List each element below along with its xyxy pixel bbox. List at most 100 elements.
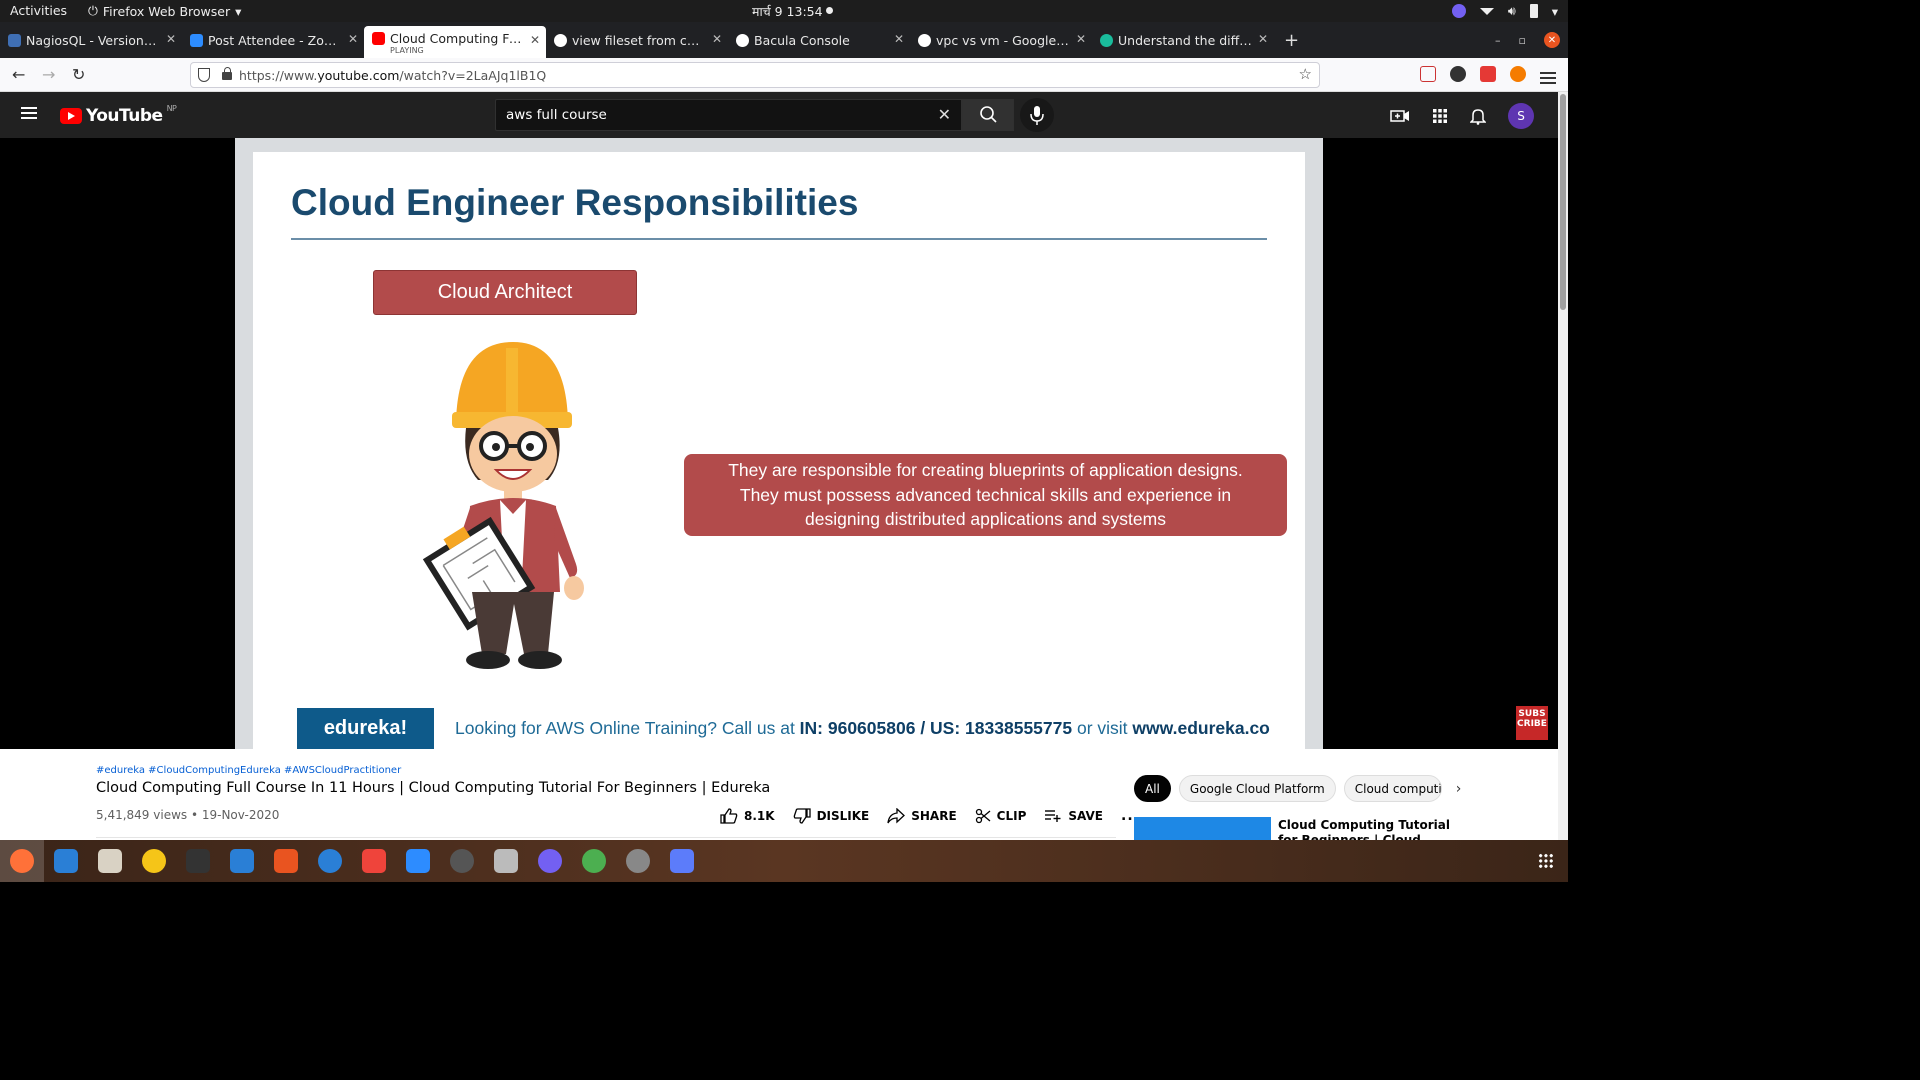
tab-fileset[interactable]: view fileset from console ✕ [546,25,728,55]
extension-color-icon[interactable] [1510,66,1526,82]
tab-zoom[interactable]: Post Attendee - Zoom ✕ [182,25,364,55]
url-bar[interactable]: https://www.youtube.com/watch?v=2LaAJq1l… [190,62,1320,88]
forward-arrow-icon[interactable]: → [42,65,55,84]
wifi-icon[interactable] [1479,7,1494,15]
chevron-down-icon[interactable]: ▾ [1552,4,1558,19]
new-tab-button[interactable]: + [1284,30,1299,51]
apps-grid-icon[interactable] [1432,108,1448,124]
recommendation-title[interactable]: Cloud Computing Tutorial for Beginners |… [1278,818,1458,840]
create-video-icon[interactable] [1390,108,1410,124]
video-views-date: 5,41,849 views • 19-Nov-2020 [96,808,280,822]
clip-button[interactable]: CLIP [975,808,1026,824]
shield-icon[interactable] [198,68,210,82]
restore-icon[interactable]: ▫ [1519,34,1526,47]
dock-item-rhythmbox[interactable] [132,840,176,882]
close-window-icon[interactable]: ✕ [1544,32,1560,48]
dock-item-firefox[interactable] [0,840,44,882]
dock-item-screenshot-tool[interactable] [484,840,528,882]
extension-s-icon[interactable] [1450,66,1466,82]
dock-item-files[interactable] [88,840,132,882]
system-tray[interactable]: 🔊︎ ▾ [1451,3,1558,19]
save-button[interactable]: SAVE [1044,809,1103,823]
tab-vpc-search[interactable]: vpc vs vm - Google Search ✕ [910,25,1092,55]
dislike-button[interactable]: DISLIKE [793,808,869,824]
volume-icon[interactable]: 🔊︎ [1508,3,1516,19]
tab-bacula[interactable]: Bacula Console ✕ [728,25,910,55]
youtube-logo[interactable]: YouTube NP [60,104,177,126]
dock-item-libreoffice-writer[interactable] [220,840,264,882]
lock-icon[interactable] [222,67,232,80]
adblock-icon[interactable] [1480,66,1496,82]
dock-item-screen-app[interactable] [660,840,704,882]
tab-understand[interactable]: Understand the differenc ✕ [1092,25,1274,55]
notification-dot [826,7,833,14]
description-line: They are responsible for creating bluepr… [728,460,1243,480]
close-tab-icon[interactable]: ✕ [712,32,722,46]
battery-icon[interactable] [1529,4,1538,18]
video-player[interactable]: Cloud Engineer Responsibilities Cloud Ar… [0,138,1558,749]
dock-item-terminal[interactable] [176,840,220,882]
notifications-bell-icon[interactable] [1470,107,1486,125]
close-tab-icon[interactable]: ✕ [530,33,540,47]
minimize-icon[interactable]: – [1495,34,1501,47]
footer-phone: IN: 960605806 / US: 18338555775 [799,718,1073,738]
dock-item-anydesk[interactable] [352,840,396,882]
dock-item-chrome[interactable] [572,840,616,882]
recommendation-thumbnail[interactable] [1134,817,1271,840]
google-favicon-icon [554,33,567,47]
share-button[interactable]: SHARE [887,808,957,824]
tab-title: vpc vs vm - Google Search [936,32,1070,48]
page-scrollbar[interactable] [1558,92,1568,840]
url-text[interactable]: https://www.youtube.com/watch?v=2LaAJq1l… [239,68,546,83]
app-menu[interactable]: ⏻ Firefox Web Browser ▾ [88,3,241,19]
like-button[interactable]: 8.1K [720,808,775,824]
like-count: 8.1K [744,809,775,823]
close-tab-icon[interactable]: ✕ [348,32,358,46]
hamburger-menu-icon[interactable] [21,107,37,109]
dock-item-thunderbird[interactable] [44,840,88,882]
menu-icon[interactable] [1540,76,1556,79]
libreoffice-writer-icon [230,849,254,873]
reload-icon[interactable]: ↻ [72,65,85,84]
show-applications-icon[interactable] [1538,853,1554,869]
pocket-icon[interactable] [1420,66,1436,82]
chip-all[interactable]: All [1134,775,1171,802]
dock-item-software-center[interactable] [264,840,308,882]
clear-search-icon[interactable]: ✕ [938,105,951,124]
thumbs-down-icon [793,808,811,824]
bookmark-star-icon[interactable]: ☆ [1299,65,1312,83]
dock-item-viber[interactable] [528,840,572,882]
dock-item-help[interactable] [308,840,352,882]
activities-button[interactable]: Activities [10,3,67,18]
slide-footer: edureka! Looking for AWS Online Training… [253,708,1305,749]
footer-text: or visit [1072,718,1133,738]
rhythmbox-icon [142,849,166,873]
avatar[interactable]: S [1508,103,1534,129]
search-input[interactable]: aws full course ✕ [495,99,962,131]
url-prefix: https://www. [239,68,318,83]
tab-youtube-active[interactable]: Cloud Computing Full Co PLAYING ✕ [364,26,546,58]
back-arrow-icon[interactable]: ← [12,65,25,84]
subscribe-watermark[interactable]: SUBS CRIBE [1516,706,1548,740]
chip-cloud-computing[interactable]: Cloud computing [1343,775,1442,802]
close-tab-icon[interactable]: ✕ [894,32,904,46]
close-tab-icon[interactable]: ✕ [166,32,176,46]
search-button[interactable] [962,99,1014,131]
dock-item-clock[interactable] [440,840,484,882]
voice-search-button[interactable] [1020,98,1054,132]
dock-item-zoom[interactable] [396,840,440,882]
tab-playing-label: PLAYING [390,46,424,55]
clock[interactable]: मार्च 9 13:54 [752,3,823,20]
close-tab-icon[interactable]: ✕ [1258,32,1268,46]
scrollbar-thumb[interactable] [1560,94,1566,310]
description-line: designing distributed applications and s… [805,509,1166,529]
tab-nagiosql[interactable]: NagiosQL - Version 3.2.0 ✕ [0,25,182,55]
close-tab-icon[interactable]: ✕ [1076,32,1086,46]
dock-item-settings[interactable] [616,840,660,882]
chevron-right-icon[interactable]: › [1456,781,1462,797]
chip-google-cloud-platform[interactable]: Google Cloud Platform [1178,775,1336,802]
viber-icon [538,849,562,873]
footer-promo-text: Looking for AWS Online Training? Call us… [455,718,1270,739]
hashtags[interactable]: #edureka #CloudComputingEdureka #AWSClou… [96,765,401,776]
viber-tray-icon[interactable] [1451,4,1466,18]
